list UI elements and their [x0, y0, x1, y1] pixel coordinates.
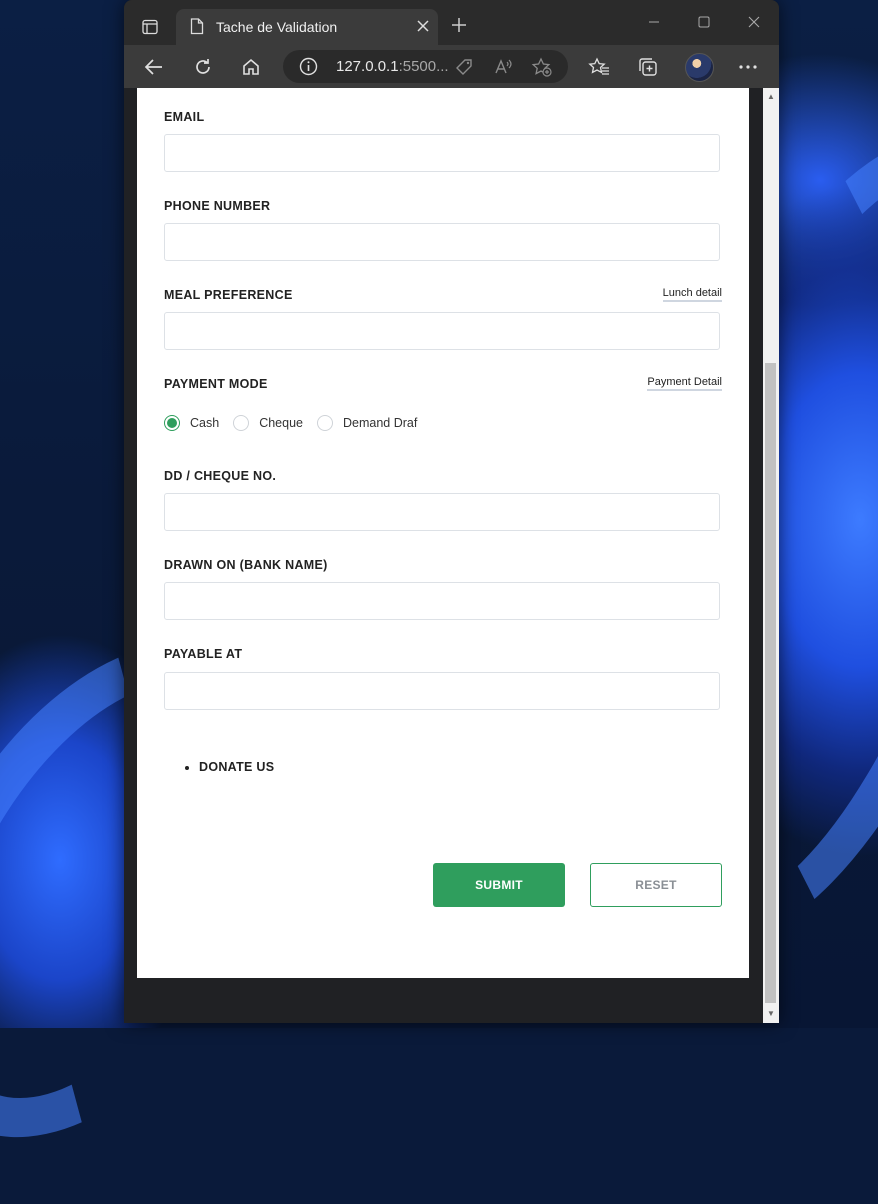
- page-viewport: EMAIL PHONE NUMBER MEAL PREFERENCE Lunch…: [124, 88, 763, 1023]
- tab-title: Tache de Validation: [216, 19, 338, 35]
- reset-button[interactable]: RESET: [590, 863, 722, 907]
- meal-label: MEAL PREFERENCE: [164, 288, 293, 302]
- scroll-up-arrow-icon[interactable]: ▲: [766, 92, 776, 102]
- form-page: EMAIL PHONE NUMBER MEAL PREFERENCE Lunch…: [137, 88, 749, 978]
- submit-button[interactable]: SUBMIT: [433, 863, 565, 907]
- address-bar[interactable]: 127.0.0.1:5500...: [283, 50, 568, 83]
- radio-unchecked-icon[interactable]: [316, 415, 333, 431]
- radio-cheque[interactable]: Cheque: [233, 415, 303, 431]
- meal-field[interactable]: [164, 312, 720, 350]
- radio-demand-draft-label: Demand Draf: [342, 416, 418, 430]
- email-field[interactable]: [164, 134, 720, 172]
- payment-mode-radio-group: Cash Cheque Demand Draf: [164, 413, 431, 433]
- tab-strip: Tache de Validation: [124, 0, 779, 45]
- browser-window: Tache de Validation 127.0.0.1:5500... EM…: [124, 0, 779, 1023]
- new-tab-icon[interactable]: [450, 16, 468, 39]
- radio-demand-draft[interactable]: Demand Draf: [316, 415, 418, 431]
- tab-active[interactable]: Tache de Validation: [176, 9, 438, 45]
- refresh-icon[interactable]: [190, 54, 216, 80]
- info-icon[interactable]: [299, 57, 318, 81]
- url-host: 127.0.0.1: [336, 58, 399, 75]
- profile-avatar[interactable]: [685, 53, 714, 82]
- tab-actions-icon[interactable]: [134, 12, 166, 42]
- radio-unchecked-icon[interactable]: [233, 415, 250, 431]
- back-arrow-icon[interactable]: [141, 54, 167, 80]
- minimize-icon[interactable]: [644, 12, 664, 32]
- radio-cash-label: Cash: [190, 416, 220, 430]
- vertical-scrollbar[interactable]: ▲ ▼: [763, 88, 779, 1023]
- dd-cheque-field[interactable]: [164, 493, 720, 531]
- favorites-icon[interactable]: [586, 54, 612, 80]
- dd-cheque-label: DD / CHEQUE NO.: [164, 469, 277, 483]
- lunch-detail-link[interactable]: Lunch detail: [662, 287, 722, 302]
- email-label: EMAIL: [164, 110, 205, 124]
- donate-us-item[interactable]: DONATE US: [199, 760, 274, 774]
- maximize-icon[interactable]: [694, 12, 714, 32]
- drawn-on-label: DRAWN ON (BANK NAME): [164, 558, 328, 572]
- scroll-thumb[interactable]: [765, 363, 776, 1003]
- donate-list: DONATE US: [185, 760, 274, 774]
- page-icon: [190, 18, 204, 40]
- payment-label: PAYMENT MODE: [164, 377, 268, 391]
- phone-label: PHONE NUMBER: [164, 199, 271, 213]
- radio-cheque-label: Cheque: [259, 416, 303, 430]
- read-aloud-icon[interactable]: [493, 57, 513, 82]
- close-tab-icon[interactable]: [416, 19, 430, 38]
- payable-at-field[interactable]: [164, 672, 720, 710]
- url-text: 127.0.0.1:5500...: [336, 58, 449, 75]
- tag-icon[interactable]: [454, 57, 474, 82]
- radio-checked-icon[interactable]: [164, 415, 180, 431]
- radio-cash[interactable]: Cash: [164, 415, 219, 431]
- browser-toolbar: 127.0.0.1:5500...: [124, 45, 779, 88]
- drawn-on-field[interactable]: [164, 582, 720, 620]
- close-window-icon[interactable]: [744, 12, 764, 32]
- phone-field[interactable]: [164, 223, 720, 261]
- home-icon[interactable]: [238, 54, 264, 80]
- add-favorite-icon[interactable]: [531, 57, 553, 82]
- collections-icon[interactable]: [635, 54, 661, 80]
- payment-detail-link[interactable]: Payment Detail: [647, 376, 722, 391]
- more-options-icon[interactable]: [735, 54, 761, 80]
- url-rest: :5500...: [398, 58, 449, 75]
- scroll-down-arrow-icon[interactable]: ▼: [766, 1009, 776, 1019]
- payable-at-label: PAYABLE AT: [164, 647, 243, 661]
